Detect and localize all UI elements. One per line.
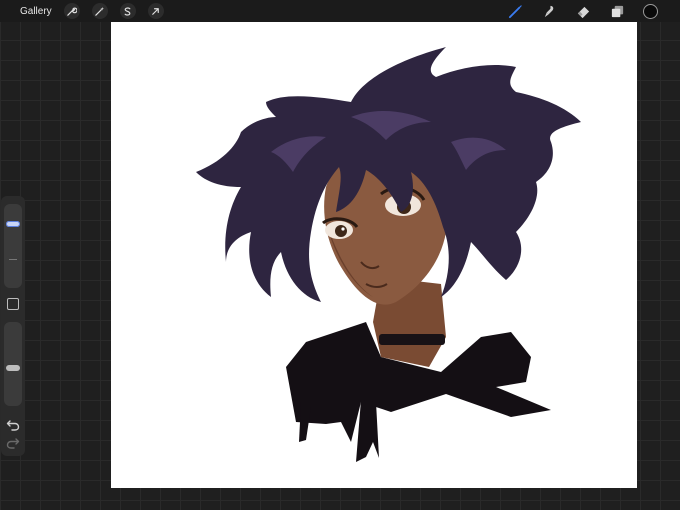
magic-wand-icon: [95, 6, 105, 16]
layers-icon: [611, 5, 623, 17]
transform-button[interactable]: [147, 3, 164, 19]
undo-icon[interactable]: [6, 418, 20, 432]
top-toolbar: Gallery: [0, 0, 680, 22]
gallery-button[interactable]: Gallery: [20, 6, 52, 17]
drawing-canvas[interactable]: [111, 22, 637, 488]
tool-group: [491, 0, 658, 22]
character-artwork: [196, 47, 581, 462]
brush-icon: [508, 4, 522, 18]
brush-size-slider[interactable]: [4, 204, 22, 288]
move-arrow-icon: [152, 7, 160, 15]
left-iris: [335, 225, 347, 237]
eraser-tool-button[interactable]: [573, 1, 593, 21]
brush-opacity-slider[interactable]: [4, 322, 22, 406]
jacket-strap-right: [356, 400, 379, 462]
selection-s-icon: [124, 6, 131, 16]
selection-button[interactable]: [119, 3, 136, 19]
color-picker-button[interactable]: [643, 3, 658, 19]
brush-tool-button[interactable]: [505, 1, 525, 21]
brush-sidebar: [1, 196, 25, 456]
brush-opacity-thumb[interactable]: [6, 365, 20, 371]
redo-icon[interactable]: [6, 436, 20, 450]
eraser-icon: [577, 6, 589, 18]
adjustments-button[interactable]: [91, 3, 108, 19]
layers-button[interactable]: [607, 1, 627, 21]
actions-button[interactable]: [63, 3, 80, 19]
smudge-icon: [544, 5, 553, 17]
wrench-icon: [67, 7, 78, 16]
smudge-tool-button[interactable]: [539, 1, 559, 21]
modify-button[interactable]: [7, 298, 19, 310]
brush-size-thumb[interactable]: [6, 221, 20, 227]
choker: [379, 334, 445, 345]
